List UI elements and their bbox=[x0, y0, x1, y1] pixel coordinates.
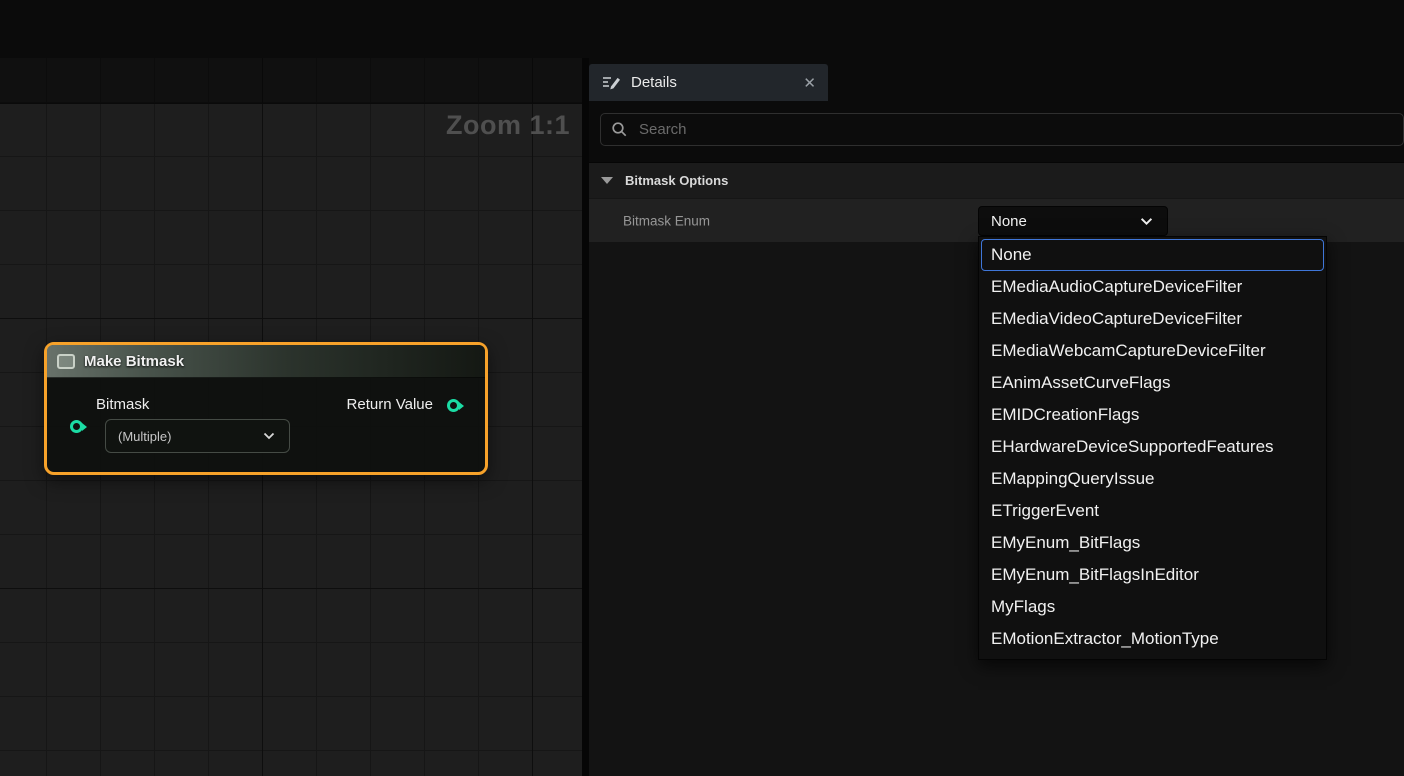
section-bitmask-options[interactable]: Bitmask Options bbox=[589, 162, 1404, 198]
search-icon bbox=[611, 121, 628, 138]
enum-option[interactable]: EMIDCreationFlags bbox=[979, 399, 1326, 431]
enum-selected-value: None bbox=[991, 213, 1027, 230]
section-title: Bitmask Options bbox=[625, 173, 728, 188]
struct-icon bbox=[57, 354, 75, 369]
enum-option[interactable]: EMappingQueryIssue bbox=[979, 463, 1326, 495]
node-body: Bitmask Return Value (Multiple) bbox=[47, 377, 485, 472]
enum-option[interactable]: EMediaWebcamCaptureDeviceFilter bbox=[979, 335, 1326, 367]
enum-option[interactable]: EMyEnum_BitFlagsInEditor bbox=[979, 559, 1326, 591]
enum-option[interactable]: EAnimAssetCurveFlags bbox=[979, 367, 1326, 399]
chevron-down-icon bbox=[263, 432, 275, 440]
zoom-level-label: Zoom 1:1 bbox=[446, 110, 570, 141]
enum-option[interactable]: ETriggerEvent bbox=[979, 495, 1326, 527]
close-icon[interactable]: ✕ bbox=[803, 74, 816, 92]
tab-details[interactable]: Details ✕ bbox=[589, 64, 828, 101]
bitmask-enum-label: Bitmask Enum bbox=[623, 213, 710, 228]
unreal-editor-window: Zoom 1:1 Make Bitmask Bitmask Return Val… bbox=[0, 0, 1404, 776]
details-icon bbox=[601, 74, 621, 91]
enum-option[interactable]: MyFlags bbox=[979, 591, 1326, 623]
bitmask-enum-dropdown[interactable]: None bbox=[978, 206, 1168, 236]
bitmask-value-dropdown[interactable]: (Multiple) bbox=[105, 419, 290, 453]
node-header: Make Bitmask bbox=[47, 345, 485, 378]
node-title: Make Bitmask bbox=[84, 353, 184, 370]
return-value-pin-label: Return Value bbox=[347, 396, 433, 413]
enum-option[interactable]: EHardwareDeviceSupportedFeatures bbox=[979, 431, 1326, 463]
graph-toolbar-strip bbox=[0, 58, 582, 104]
enum-option[interactable]: EMediaAudioCaptureDeviceFilter bbox=[979, 271, 1326, 303]
make-bitmask-node[interactable]: Make Bitmask Bitmask Return Value (Multi… bbox=[44, 342, 488, 475]
chevron-down-icon bbox=[1140, 217, 1153, 226]
return-value-output-pin[interactable] bbox=[447, 399, 460, 412]
top-menubar bbox=[0, 0, 1404, 58]
search-bar[interactable] bbox=[600, 113, 1404, 146]
search-input[interactable] bbox=[637, 120, 1403, 139]
enum-option[interactable]: EMediaVideoCaptureDeviceFilter bbox=[979, 303, 1326, 335]
blueprint-graph-canvas[interactable]: Zoom 1:1 Make Bitmask Bitmask Return Val… bbox=[0, 58, 582, 776]
panel-splitter[interactable] bbox=[582, 58, 589, 776]
enum-options-popup: NoneEMediaAudioCaptureDeviceFilterEMedia… bbox=[978, 236, 1327, 660]
bitmask-value-text: (Multiple) bbox=[118, 429, 171, 444]
collapse-arrow-icon bbox=[601, 177, 613, 184]
enum-option[interactable]: None bbox=[981, 239, 1324, 271]
tab-label: Details bbox=[631, 74, 677, 91]
bitmask-pin-label: Bitmask bbox=[96, 396, 149, 413]
enum-option[interactable]: EMotionExtractor_MotionType bbox=[979, 623, 1326, 655]
bitmask-input-pin[interactable] bbox=[70, 420, 83, 433]
details-panel: Details ✕ Bitmask Options Bitmask Enum N… bbox=[589, 58, 1404, 776]
enum-option[interactable]: EMyEnum_BitFlags bbox=[979, 527, 1326, 559]
